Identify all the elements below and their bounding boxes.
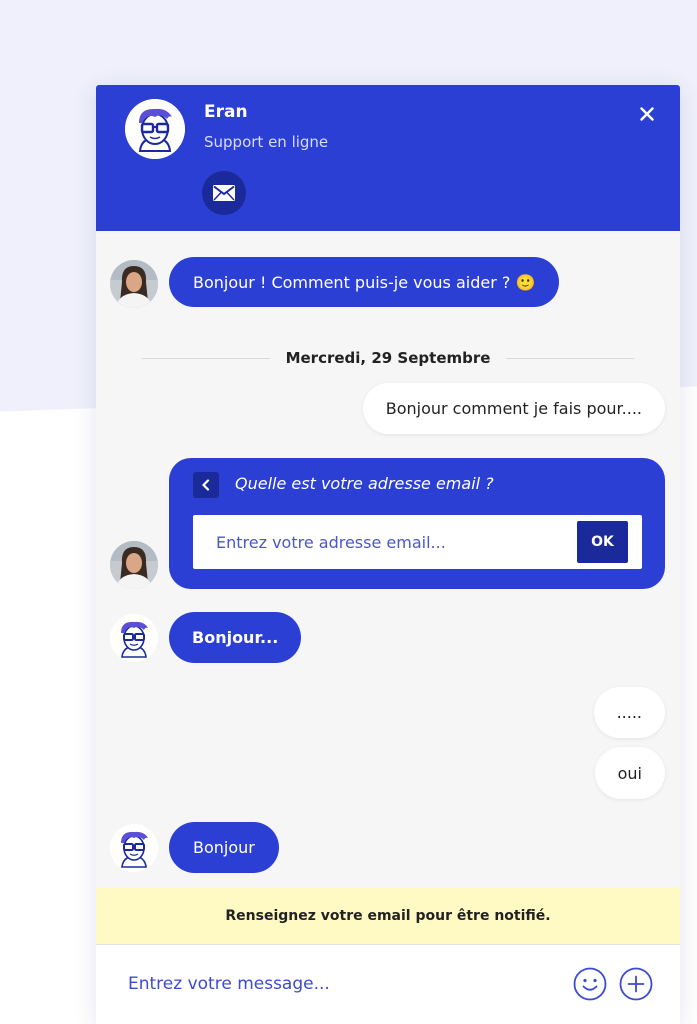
email-notice-banner: Renseignez votre email pour être notifié… [96, 887, 680, 945]
ok-button[interactable]: OK [577, 521, 628, 563]
message-text: oui [617, 763, 642, 783]
emoji-button[interactable] [572, 966, 608, 1002]
message-bubble-incoming: Bonjour... [169, 612, 302, 663]
message-bubble-outgoing: Bonjour comment je fais pour.... [362, 383, 665, 434]
mail-button[interactable] [202, 171, 246, 215]
agent-avatar-icon [125, 99, 185, 159]
add-attachment-button[interactable] [618, 966, 654, 1002]
message-bubble-incoming: Bonjour ! Comment puis-je vous aider ? 🙂 [169, 257, 560, 307]
date-separator: Mercredi, 29 Septembre [142, 347, 635, 369]
back-button[interactable] [193, 472, 219, 498]
message-composer [96, 945, 680, 1024]
email-form-card: Quelle est votre adresse email ? OK [169, 458, 665, 589]
agent-role: Support en ligne [204, 133, 329, 151]
message-text: Bonjour comment je fais pour.... [385, 399, 642, 418]
close-button[interactable] [636, 103, 658, 125]
close-icon [640, 107, 654, 121]
chat-widget: Eran Support en ligne Bonjour ! Comment … [96, 85, 680, 1024]
message-text: ..... [616, 703, 642, 722]
email-input-box: OK [193, 515, 642, 569]
email-input[interactable] [193, 515, 573, 569]
emoji-icon [573, 967, 607, 1001]
user-photo-avatar [110, 260, 158, 308]
email-question: Quelle est votre adresse email ? [235, 474, 494, 493]
chevron-left-icon [202, 479, 210, 491]
agent-name: Eran [204, 102, 248, 122]
message-text: Bonjour [193, 838, 255, 857]
plus-icon [619, 967, 653, 1001]
date-label: Mercredi, 29 Septembre [285, 349, 491, 367]
message-bubble-outgoing: ..... [593, 687, 665, 738]
bot-avatar-icon [110, 614, 158, 662]
separator-line [142, 357, 270, 359]
chat-header: Eran Support en ligne [96, 85, 680, 231]
bot-avatar-icon [110, 824, 158, 872]
message-bubble-incoming: Bonjour [169, 822, 279, 873]
user-photo-avatar [110, 541, 158, 589]
message-input[interactable] [108, 963, 548, 1005]
message-text: Bonjour ! Comment puis-je vous aider ? 🙂 [193, 272, 536, 292]
message-bubble-outgoing: oui [594, 747, 665, 799]
separator-line [506, 357, 635, 359]
message-text: Bonjour... [192, 628, 279, 647]
mail-icon [213, 185, 235, 201]
